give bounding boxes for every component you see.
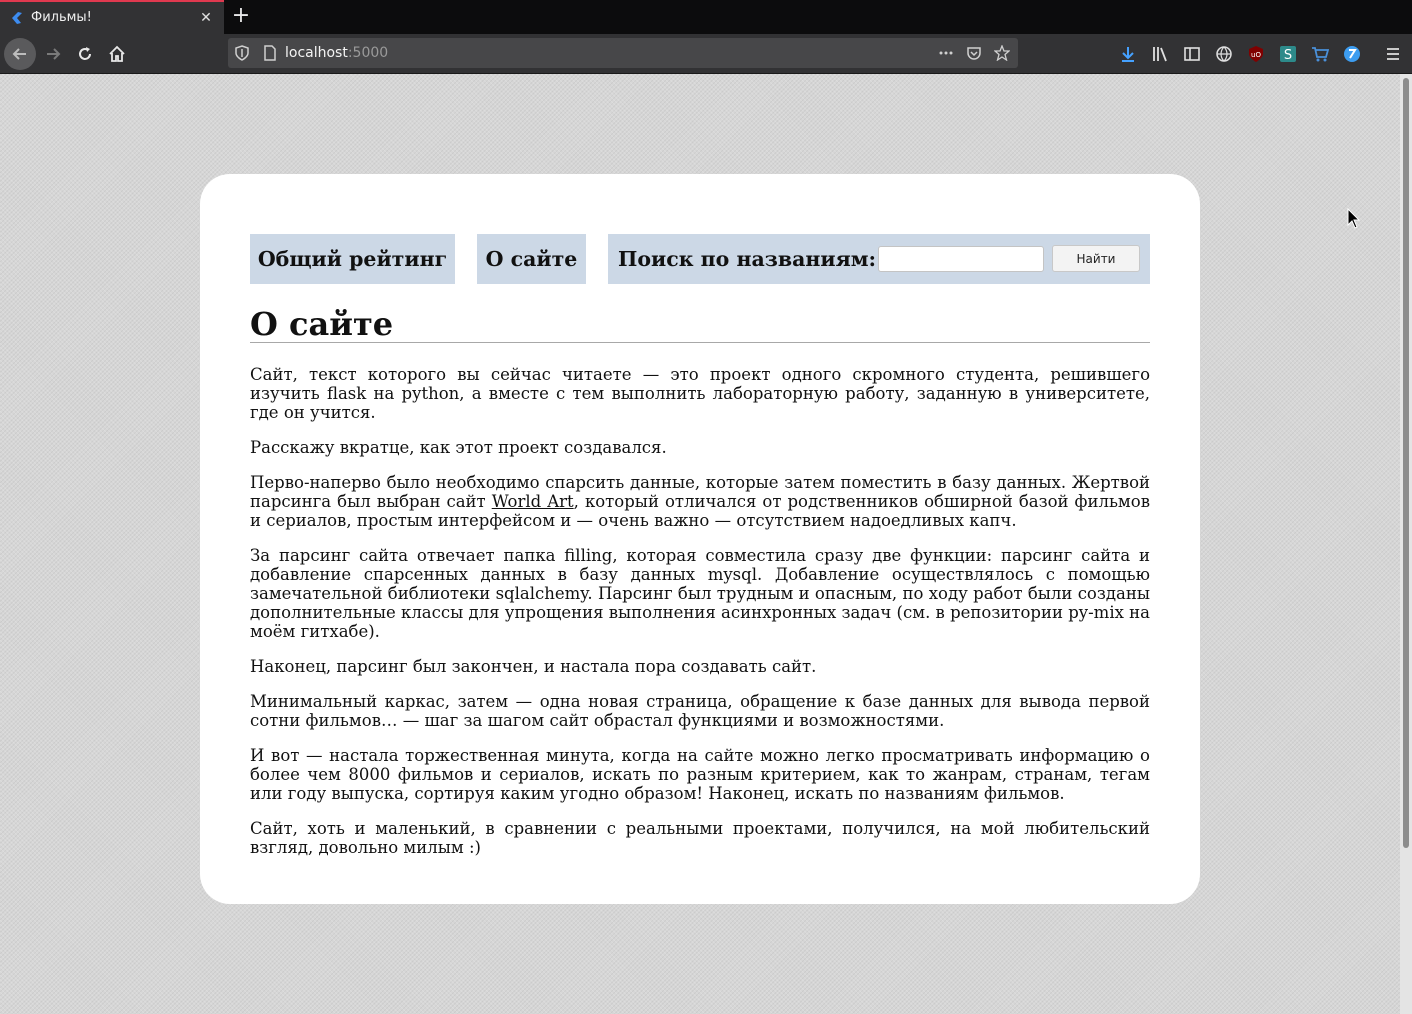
search-input[interactable] — [878, 246, 1044, 272]
tab-bar: Фильмы! ✕ + — [0, 0, 1412, 34]
article-body: Сайт, текст которого вы сейчас читаете —… — [250, 365, 1150, 873]
extension-icon[interactable] — [1343, 45, 1361, 63]
svg-text:uO: uO — [1251, 51, 1261, 59]
url-text[interactable]: localhost:5000 — [285, 45, 388, 61]
globe-icon[interactable] — [1215, 45, 1233, 63]
sidebar-icon[interactable] — [1183, 45, 1201, 63]
home-icon — [109, 45, 125, 62]
forward-button[interactable] — [37, 38, 69, 70]
content-card: Общий рейтинг О сайте Поиск по названиям… — [200, 174, 1200, 904]
search-button[interactable]: Найти — [1052, 245, 1140, 272]
url-host: localhost — [285, 45, 348, 61]
cursor-icon — [1347, 208, 1361, 229]
paragraph-parsing-done: Наконец, парсинг был закончен, и настала… — [250, 657, 817, 676]
search-form: Поиск по названиям: Найти — [608, 234, 1150, 284]
pocket-icon[interactable] — [966, 45, 982, 61]
back-button[interactable] — [4, 38, 36, 70]
menu-icon[interactable] — [1384, 45, 1402, 63]
scrollbar-thumb[interactable] — [1403, 78, 1409, 848]
s-extension-icon[interactable]: S — [1279, 45, 1297, 63]
paragraph-brief: Расскажу вкратце, как этот проект создав… — [250, 438, 667, 457]
close-icon[interactable]: ✕ — [198, 10, 214, 26]
paragraph-conclusion: Сайт, хоть и маленький, в сравнении с ре… — [250, 819, 1150, 857]
back-icon — [12, 48, 26, 60]
paragraph-features: И вот — настала торжественная минута, ко… — [250, 746, 1150, 803]
paragraph-parsing-source: Перво-наперво было необходимо спарсить д… — [250, 473, 1150, 530]
forward-icon — [47, 48, 61, 60]
more-icon[interactable] — [938, 45, 954, 61]
ublock-icon[interactable]: uO — [1247, 45, 1265, 63]
page-viewport: Общий рейтинг О сайте Поиск по названиям… — [0, 74, 1400, 1014]
download-icon[interactable] — [1119, 45, 1137, 63]
reload-icon — [79, 47, 91, 60]
world-art-link[interactable]: World Art — [492, 492, 574, 511]
paragraph-intro: Сайт, текст которого вы сейчас читаете —… — [250, 365, 1150, 422]
plus-icon[interactable]: + — [230, 5, 252, 27]
vertical-scrollbar[interactable] — [1400, 74, 1412, 1014]
paragraph-framework: Минимальный каркас, затем — одна новая с… — [250, 692, 1150, 730]
navigation-toolbar: localhost:5000 uO S — [0, 34, 1412, 74]
tab-films[interactable]: Фильмы! ✕ — [0, 0, 224, 34]
reload-button[interactable] — [69, 38, 101, 70]
page-icon[interactable] — [262, 45, 278, 61]
library-icon[interactable] — [1151, 45, 1169, 63]
url-bar[interactable]: localhost:5000 — [228, 38, 1018, 68]
home-button[interactable] — [101, 38, 133, 70]
about-link[interactable]: О сайте — [486, 247, 578, 271]
svg-text:S: S — [1284, 48, 1292, 63]
nav-item-rating[interactable]: Общий рейтинг — [250, 234, 455, 284]
tab-title: Фильмы! — [31, 10, 92, 25]
shield-icon[interactable] — [234, 45, 250, 61]
star-icon[interactable] — [994, 45, 1010, 61]
nav-item-about[interactable]: О сайте — [477, 234, 586, 284]
cart-icon[interactable] — [1311, 45, 1329, 63]
search-label: Поиск по названиям: — [618, 247, 877, 271]
rating-link[interactable]: Общий рейтинг — [258, 247, 447, 271]
paragraph-filling: За парсинг сайта отвечает папка filling,… — [250, 546, 1150, 641]
page-title: О сайте — [250, 305, 394, 343]
favicon-icon — [12, 12, 22, 24]
title-divider — [250, 342, 1150, 343]
url-port: :5000 — [347, 45, 389, 61]
